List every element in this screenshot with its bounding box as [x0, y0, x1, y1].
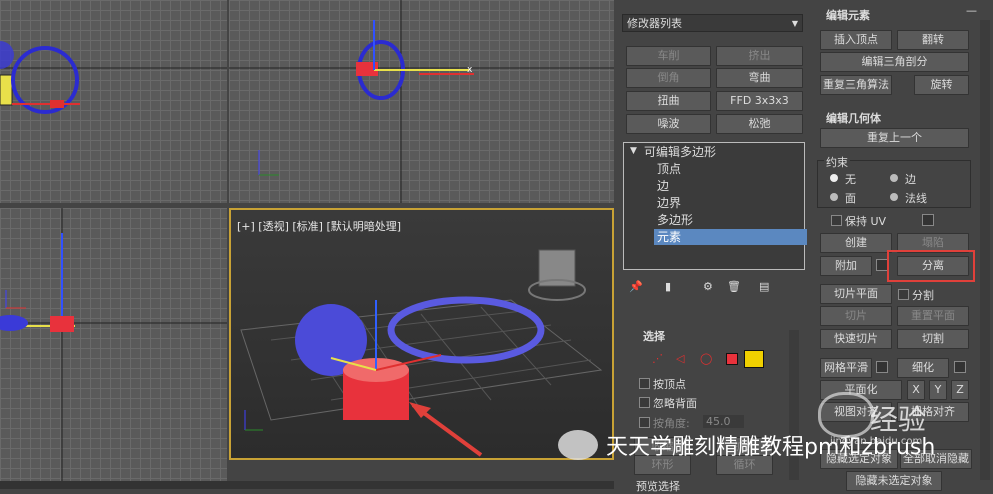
slice-button[interactable]: 切片 [820, 306, 892, 326]
baidu-paw-logo [818, 392, 874, 438]
show-end-result-icon[interactable]: ▮ [665, 280, 671, 293]
cut-button[interactable]: 切割 [897, 329, 969, 349]
stack-item-polygon[interactable]: 多边形 [657, 212, 693, 228]
constraint-normal-label: 法线 [905, 192, 927, 205]
perspective-scene [240, 249, 603, 457]
stack-toolbar: 📌 ▮ ⚙ 🗑 ▤ [623, 278, 803, 300]
modifier-list-dropdown[interactable]: 修改器列表 ▼ [622, 14, 803, 32]
constraint-face-radio[interactable] [830, 193, 838, 201]
constraint-none-radio[interactable] [830, 174, 838, 182]
polygon-mode-icon[interactable] [726, 353, 738, 365]
constraints-label: 约束 [824, 154, 850, 170]
stack-item-vertex[interactable]: 顶点 [657, 161, 681, 177]
element-mode-icon[interactable] [744, 350, 764, 368]
preserve-uv-settings-icon[interactable] [922, 214, 934, 226]
flip-button[interactable]: 翻转 [897, 30, 969, 50]
relax-button[interactable]: 松弛 [716, 114, 803, 134]
viewport-top-left[interactable] [0, 0, 227, 203]
tessellate-settings-icon[interactable] [954, 361, 966, 373]
stack-item-element[interactable]: 元素 [654, 229, 807, 245]
twist-button[interactable]: 扭曲 [626, 91, 711, 111]
preview-selection-label: 预览选择 [636, 480, 680, 493]
viewport-top-right[interactable]: x [229, 0, 614, 203]
wechat-logo [558, 430, 598, 460]
planarize-z-button[interactable]: Z [951, 380, 969, 400]
front-scene [0, 208, 227, 489]
ring-object [387, 296, 545, 364]
torus-object [11, 46, 79, 114]
turn-button[interactable]: 旋转 [914, 75, 969, 95]
retriangulate-button[interactable]: 重复三角算法 [820, 75, 892, 95]
selection-rollout-title[interactable]: 选择 [643, 328, 665, 344]
extrude-button[interactable]: 挤出 [716, 46, 803, 66]
ignore-backfacing-checkbox[interactable] [639, 397, 650, 408]
remove-modifier-icon[interactable]: 🗑 [727, 280, 741, 293]
meshsmooth-settings-icon[interactable] [876, 361, 888, 373]
meshsmooth-button[interactable]: 网格平滑 [820, 358, 872, 378]
modifier-list-label: 修改器列表 [627, 17, 682, 30]
constraint-edge-label: 边 [905, 173, 916, 186]
lathe-button[interactable]: 车削 [626, 46, 711, 66]
stack-item-border[interactable]: 边界 [657, 195, 681, 211]
edit-element-title[interactable]: 编辑元素 [826, 7, 870, 23]
baidu-jingyan-label: 经验 [870, 403, 927, 436]
collapse-rollout-icon[interactable]: — [966, 4, 977, 17]
reset-plane-button[interactable]: 重置平面 [897, 306, 969, 326]
stack-item-editable-poly[interactable]: 可编辑多边形 [644, 144, 716, 160]
vertex-mode-icon[interactable]: ⋰ [652, 352, 663, 365]
insert-vertex-button[interactable]: 插入顶点 [820, 30, 892, 50]
split-checkbox[interactable] [898, 289, 909, 300]
expand-triangle-icon[interactable]: ▼ [630, 146, 637, 156]
noise-button[interactable]: 噪波 [626, 114, 711, 134]
by-vertex-checkbox[interactable] [639, 378, 650, 389]
top-right-scene: x [229, 0, 614, 203]
attach-button[interactable]: 附加 [820, 256, 872, 276]
preserve-uv-checkbox[interactable] [831, 215, 842, 226]
planarize-y-button[interactable]: Y [929, 380, 947, 400]
by-angle-checkbox[interactable] [639, 417, 650, 428]
right-panel-scrollbar[interactable] [980, 20, 990, 480]
preserve-uv-label: 保持 UV [845, 215, 887, 228]
timeline-strip[interactable] [0, 481, 614, 489]
pin-stack-icon[interactable]: 📌 [629, 280, 643, 293]
border-mode-icon[interactable]: ◯ [700, 352, 712, 365]
ffd-button[interactable]: FFD 3x3x3 [716, 91, 803, 111]
constraint-edge-radio[interactable] [890, 174, 898, 182]
edge-mode-icon[interactable]: ◁ [676, 352, 684, 365]
edit-geometry-title[interactable]: 编辑几何体 [826, 110, 881, 126]
by-vertex-label: 按顶点 [653, 378, 686, 391]
viewport-front[interactable] [0, 208, 227, 489]
repeat-last-button[interactable]: 重复上一个 [820, 128, 969, 148]
top-left-scene [0, 41, 227, 114]
stack-item-edge[interactable]: 边 [657, 178, 669, 194]
angle-value-field[interactable]: 45.0 [703, 415, 744, 428]
planarize-x-button[interactable]: X [907, 380, 925, 400]
create-button[interactable]: 创建 [820, 233, 892, 253]
viewport-perspective[interactable]: [+] [透视] [标准] [默认明暗处理] [229, 208, 614, 460]
bevel-button[interactable]: 倒角 [626, 68, 711, 88]
svg-text:x: x [467, 65, 473, 75]
bend-button[interactable]: 弯曲 [716, 68, 803, 88]
edit-triangulation-button[interactable]: 编辑三角剖分 [820, 52, 969, 72]
selected-object-outline [0, 74, 13, 106]
subobject-icons: ⋰ ◁ ◯ [650, 350, 770, 368]
tessellate-button[interactable]: 细化 [897, 358, 949, 378]
make-unique-icon[interactable]: ⚙ [703, 280, 713, 293]
baidu-url-label: jingyan.baidu.com [830, 436, 923, 447]
chevron-down-icon: ▼ [791, 19, 798, 28]
quick-slice-button[interactable]: 快速切片 [820, 329, 892, 349]
slice-plane-button[interactable]: 切片平面 [820, 284, 892, 304]
detach-highlight-annotation [887, 250, 975, 282]
hide-unselected-button[interactable]: 隐藏未选定对象 [846, 471, 942, 491]
split-label: 分割 [912, 289, 934, 302]
ignore-backfacing-label: 忽略背面 [653, 397, 697, 410]
configure-sets-icon[interactable]: ▤ [759, 280, 769, 293]
constraint-normal-radio[interactable] [890, 193, 898, 201]
constraint-face-label: 面 [845, 192, 856, 205]
constraint-none-label: 无 [845, 173, 856, 186]
modifier-stack[interactable]: ▼ 可编辑多边形 顶点 边 边界 多边形 元素 [623, 142, 807, 270]
